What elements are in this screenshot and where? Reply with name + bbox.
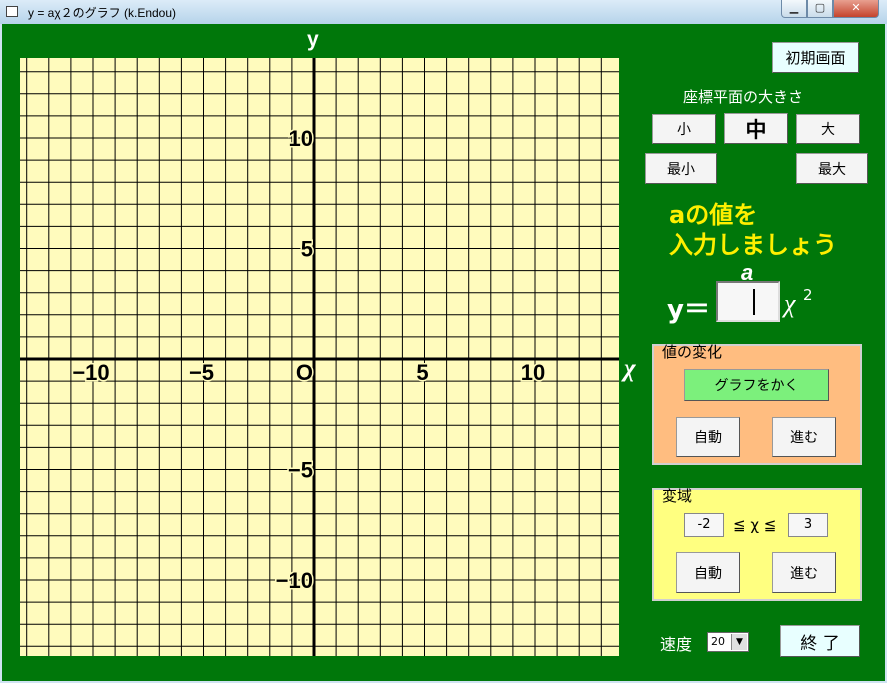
exit-button[interactable]: 終 了 [780, 625, 860, 657]
dropdown-arrow-icon[interactable]: ▼ [731, 634, 747, 650]
speed-select[interactable]: 20 ▼ [707, 632, 749, 652]
text-cursor-icon [753, 289, 755, 315]
change-auto-button[interactable]: 自動 [676, 417, 740, 457]
coordinate-plane-svg: −10 −5 5 10 10 5 −5 −10 O [20, 58, 619, 656]
plane-size-label: 座標平面の大きさ [683, 88, 804, 106]
equation-x: χ [784, 289, 796, 318]
initial-screen-button[interactable]: 初期画面 [772, 42, 859, 73]
size-largest-button[interactable]: 最大 [796, 153, 868, 184]
domain-auto-button[interactable]: 自動 [676, 552, 740, 593]
minimize-button[interactable]: ▁ [781, 0, 807, 18]
size-small-button[interactable]: 小 [652, 114, 716, 144]
y-axis-name: y [307, 28, 319, 51]
x-tick-label: −5 [189, 360, 214, 385]
equation-exponent: 2 [803, 286, 813, 304]
x-tick-label: −10 [72, 360, 109, 385]
draw-graph-button[interactable]: グラフをかく [684, 369, 829, 401]
prompt-line-1: aの値を [669, 201, 758, 229]
domain-min-input[interactable]: -2 [684, 513, 724, 537]
domain-title: 変域 [662, 487, 693, 505]
y-tick-label: 10 [289, 126, 313, 151]
maximize-button[interactable]: ▢ [807, 0, 833, 18]
title-bar[interactable]: y = aχ２のグラフ (k.Endou) ▁ ▢ ✕ [0, 0, 887, 24]
axes [20, 58, 619, 656]
x-tick-label: 5 [416, 360, 428, 385]
size-smallest-button[interactable]: 最小 [645, 153, 717, 184]
equation-y: y＝ [667, 295, 710, 325]
grid [20, 58, 619, 656]
y-tick-label: 5 [301, 237, 313, 262]
y-tick-label: −10 [276, 568, 313, 593]
x-tick-label: 10 [521, 360, 545, 385]
input-prompt: aの値を 入力しましょう [669, 200, 837, 260]
y-tick-label: −5 [288, 458, 313, 483]
change-step-button[interactable]: 進む [772, 417, 836, 457]
size-large-button[interactable]: 大 [796, 114, 860, 144]
value-change-title: 値の変化 [662, 343, 723, 361]
app-icon [6, 6, 18, 17]
domain-step-button[interactable]: 進む [772, 552, 836, 593]
size-medium-button[interactable]: 中 [724, 113, 788, 144]
domain-max-input[interactable]: 3 [788, 513, 828, 537]
domain-inequality: ≦ χ ≦ [733, 516, 777, 534]
app-window: y = aχ２のグラフ (k.Endou) ▁ ▢ ✕ y χ −10 −5 5 10… [0, 0, 887, 683]
close-button[interactable]: ✕ [833, 0, 879, 18]
x-axis-name: χ [624, 355, 636, 382]
origin-label: O [296, 360, 313, 385]
coordinate-plane[interactable]: −10 −5 5 10 10 5 −5 −10 O [20, 58, 619, 656]
window-title: y = aχ２のグラフ (k.Endou) [28, 6, 177, 20]
speed-value: 20 [711, 635, 725, 648]
prompt-line-2: 入力しましょう [669, 231, 837, 259]
a-value-input[interactable] [716, 281, 780, 322]
speed-label: 速度 [660, 635, 693, 654]
